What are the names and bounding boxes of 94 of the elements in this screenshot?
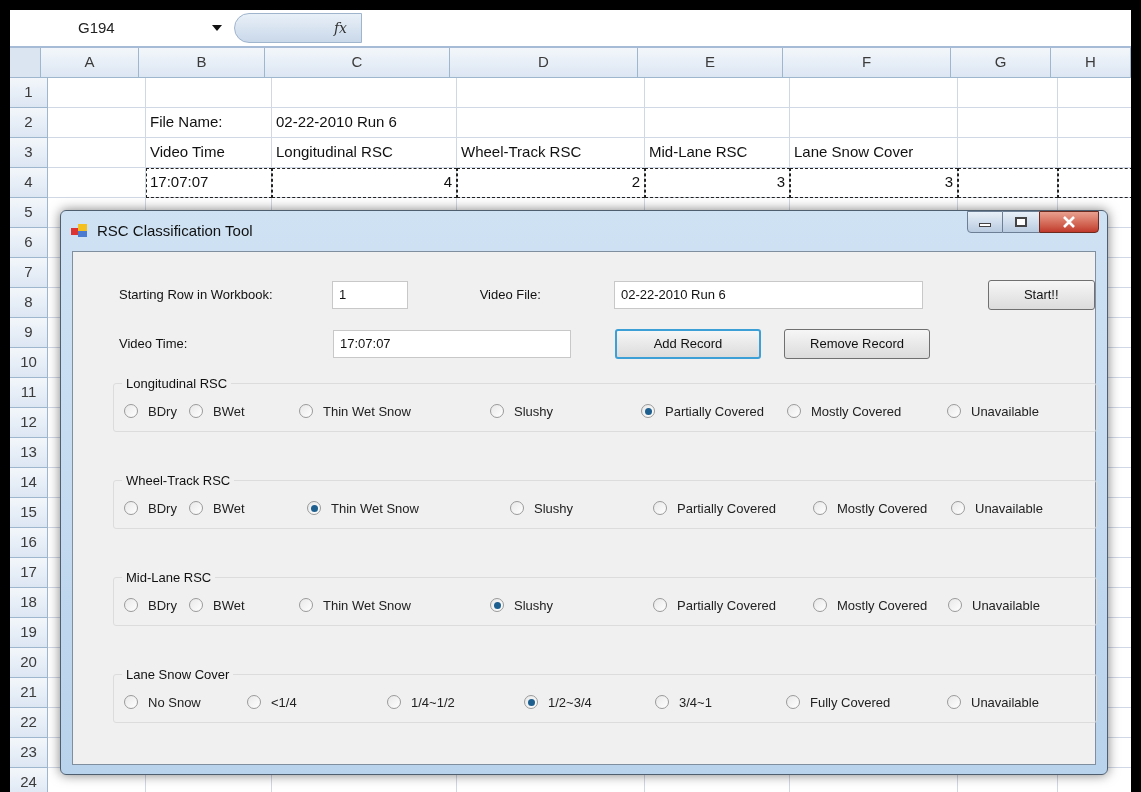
row-header[interactable]: 17 xyxy=(10,558,48,588)
radio-option[interactable]: 1/2~3/4 xyxy=(524,692,655,712)
group-title: Mid-Lane RSC xyxy=(125,569,213,587)
push-button[interactable]: Add Record xyxy=(615,329,761,359)
field-label: Video File: xyxy=(479,286,542,305)
row-header[interactable]: 6 xyxy=(10,228,48,258)
column-header[interactable]: F xyxy=(783,48,951,77)
radio-option[interactable]: BWet xyxy=(189,401,299,421)
row-header[interactable]: 11 xyxy=(10,378,48,408)
radio-option[interactable]: Unavailable xyxy=(948,595,1096,615)
radio-option[interactable]: BDry xyxy=(124,401,189,421)
column-header[interactable]: D xyxy=(450,48,638,77)
radio-option[interactable]: BDry xyxy=(124,595,189,615)
column-header[interactable]: H xyxy=(1051,48,1131,77)
radio-option[interactable]: BDry xyxy=(124,498,189,518)
row-header[interactable]: 12 xyxy=(10,408,48,438)
row-header[interactable]: 1 xyxy=(10,78,48,108)
close-icon xyxy=(1062,216,1076,228)
row-header[interactable]: 10 xyxy=(10,348,48,378)
field-label: Starting Row in Workbook: xyxy=(119,286,274,305)
field-label: Video Time: xyxy=(119,335,189,354)
row-header[interactable]: 18 xyxy=(10,588,48,618)
row-header[interactable]: 23 xyxy=(10,738,48,768)
row-header[interactable]: 2 xyxy=(10,108,48,138)
radio-option[interactable]: Thin Wet Snow xyxy=(299,595,490,615)
row-header[interactable]: 4 xyxy=(10,168,48,198)
row-header[interactable]: 9 xyxy=(10,318,48,348)
radio-option[interactable]: Unavailable xyxy=(947,401,1096,421)
table-cell: 02-22-2010 Run 6 xyxy=(272,108,457,138)
table-cell: 3 xyxy=(790,168,958,198)
row-header[interactable]: 15 xyxy=(10,498,48,528)
row-header[interactable]: 19 xyxy=(10,618,48,648)
row-header[interactable]: 16 xyxy=(10,528,48,558)
radio-option[interactable]: Partially Covered xyxy=(653,595,813,615)
radio-option[interactable]: BWet xyxy=(189,595,299,615)
radio-option[interactable]: No Snow xyxy=(124,692,247,712)
radio-option[interactable]: Slushy xyxy=(490,595,653,615)
push-button[interactable]: Start!! xyxy=(987,280,1095,310)
column-header[interactable]: C xyxy=(265,48,450,77)
text-field[interactable]: 02-22-2010 Run 6 xyxy=(613,281,923,309)
text-field[interactable]: 1 xyxy=(331,281,408,309)
table-cell: Lane Snow Cover xyxy=(790,138,958,168)
radio-option[interactable]: <1/4 xyxy=(247,692,387,712)
group-title: Lane Snow Cover xyxy=(125,666,231,684)
radio-option[interactable]: Mostly Covered xyxy=(787,401,947,421)
row-header[interactable]: 8 xyxy=(10,288,48,318)
push-button[interactable]: Remove Record xyxy=(784,329,930,359)
table-cell: 3 xyxy=(645,168,790,198)
radio-option[interactable]: Partially Covered xyxy=(641,401,787,421)
column-header[interactable]: A xyxy=(41,48,139,77)
minimize-button[interactable] xyxy=(967,211,1003,233)
table-cell: File Name: xyxy=(146,108,272,138)
radio-option[interactable]: 3/4~1 xyxy=(655,692,786,712)
row-header[interactable]: 24 xyxy=(10,768,48,792)
group-title: Longitudinal RSC xyxy=(125,375,229,393)
radio-option[interactable]: BWet xyxy=(189,498,307,518)
group-title: Wheel-Track RSC xyxy=(125,472,232,490)
table-cell: 17:07:07 xyxy=(146,168,272,198)
table-cell: Mid-Lane RSC xyxy=(645,138,790,168)
name-box[interactable]: G194 xyxy=(10,16,190,40)
radio-option[interactable]: Thin Wet Snow xyxy=(307,498,510,518)
radio-option[interactable]: Mostly Covered xyxy=(813,595,948,615)
radio-option[interactable]: Mostly Covered xyxy=(813,498,951,518)
column-header[interactable]: B xyxy=(139,48,265,77)
radio-option[interactable]: Partially Covered xyxy=(653,498,813,518)
row-header[interactable]: 13 xyxy=(10,438,48,468)
row-header[interactable]: 21 xyxy=(10,678,48,708)
app-icon xyxy=(71,223,89,239)
close-button[interactable] xyxy=(1039,211,1099,233)
column-header[interactable]: G xyxy=(951,48,1051,77)
window-title: RSC Classification Tool xyxy=(97,220,253,241)
row-header[interactable]: 7 xyxy=(10,258,48,288)
dropdown-icon[interactable] xyxy=(212,25,222,31)
radio-option[interactable]: Unavailable xyxy=(947,692,1096,712)
radio-option[interactable]: Thin Wet Snow xyxy=(299,401,490,421)
table-cell: Wheel-Track RSC xyxy=(457,138,645,168)
row-header[interactable]: 5 xyxy=(10,198,48,228)
row-header[interactable]: 14 xyxy=(10,468,48,498)
row-header[interactable]: 20 xyxy=(10,648,48,678)
radio-option[interactable]: Slushy xyxy=(510,498,653,518)
table-cell: Video Time xyxy=(146,138,272,168)
table-cell: 2 xyxy=(457,168,645,198)
formula-buttons[interactable]: fx xyxy=(234,13,362,43)
radio-option[interactable]: 1/4~1/2 xyxy=(387,692,524,712)
text-field[interactable]: 17:07:07 xyxy=(333,330,571,358)
table-cell: 4 xyxy=(272,168,457,198)
row-header[interactable]: 22 xyxy=(10,708,48,738)
maximize-button[interactable] xyxy=(1003,211,1039,233)
table-cell: Longitudinal RSC xyxy=(272,138,457,168)
row-header[interactable]: 3 xyxy=(10,138,48,168)
radio-option[interactable]: Slushy xyxy=(490,401,641,421)
column-header[interactable]: E xyxy=(638,48,783,77)
radio-option[interactable]: Fully Covered xyxy=(786,692,947,712)
radio-option[interactable]: Unavailable xyxy=(951,498,1096,518)
